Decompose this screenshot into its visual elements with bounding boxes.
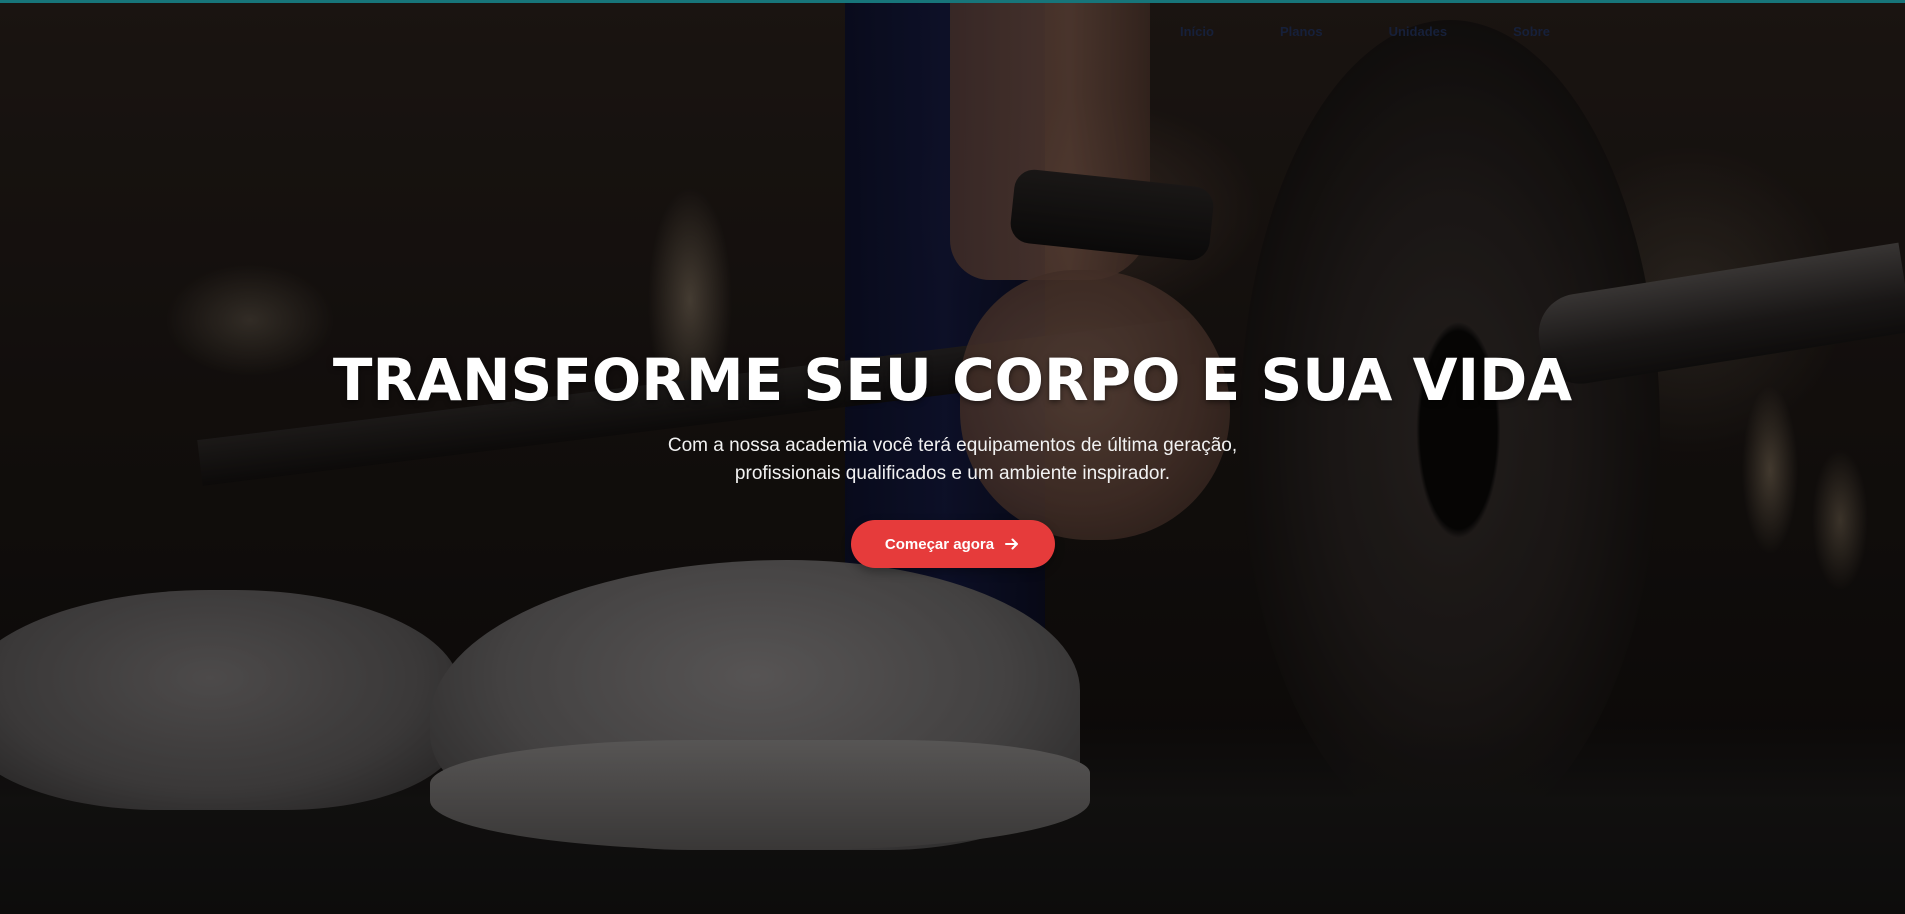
hero-title: TRANSFORME SEU CORPO E SUA VIDA: [332, 346, 1573, 414]
start-now-button-label: Começar agora: [884, 535, 995, 553]
nav-link-sobre[interactable]: Sobre: [1513, 24, 1550, 39]
hero-subtitle: Com a nossa academia você terá equipamen…: [633, 432, 1273, 488]
nav-link-planos[interactable]: Planos: [1280, 24, 1323, 39]
arrow-right-icon: [1004, 536, 1020, 552]
nav-link-unidades[interactable]: Unidades: [1389, 24, 1448, 39]
navbar: Início Planos Unidades Sobre: [0, 0, 1905, 70]
start-now-button[interactable]: Começar agora: [850, 520, 1055, 568]
hero-subtitle-line-2: profissionais qualificados e um ambiente…: [734, 463, 1171, 484]
page: Início Planos Unidades Sobre TRANSFORME …: [0, 0, 1905, 914]
top-accent-bar: [0, 0, 1905, 3]
nav-menu: Início Planos Unidades Sobre: [1180, 24, 1550, 39]
hero-subtitle-line-1: Com a nossa academia você terá equipamen…: [667, 435, 1238, 456]
nav-link-inicio[interactable]: Início: [1180, 24, 1214, 39]
hero-section: TRANSFORME SEU CORPO E SUA VIDA Com a no…: [0, 340, 1905, 568]
